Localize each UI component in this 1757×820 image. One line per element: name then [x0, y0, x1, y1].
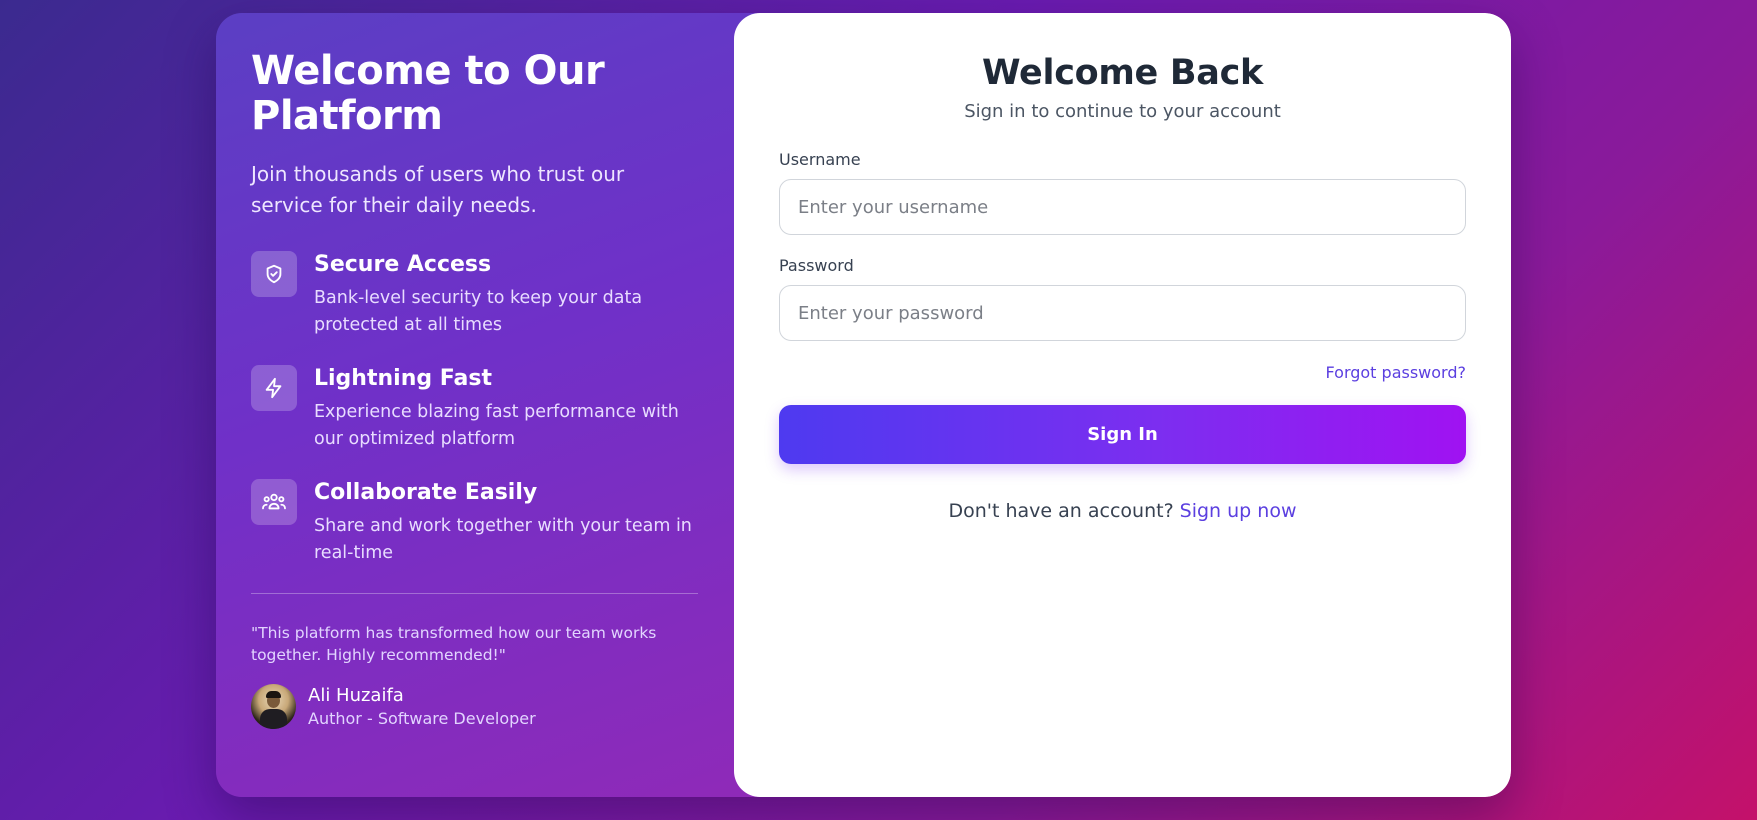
feature-description: Experience blazing fast performance with…	[314, 402, 679, 449]
feature-item: Lightning Fast Experience blazing fast p…	[251, 365, 721, 453]
feature-item: Secure Access Bank-level security to kee…	[251, 251, 721, 339]
lightning-icon	[251, 365, 297, 411]
divider	[251, 593, 698, 594]
username-input[interactable]	[779, 179, 1466, 235]
password-input[interactable]	[779, 285, 1466, 341]
testimonial-quote: "This platform has transformed how our t…	[251, 624, 657, 664]
feature-list: Secure Access Bank-level security to kee…	[251, 251, 721, 567]
feature-title: Lightning Fast	[314, 366, 492, 391]
feature-title: Secure Access	[314, 252, 492, 277]
sign-in-button[interactable]: Sign In	[779, 405, 1466, 464]
team-icon	[251, 479, 297, 525]
password-label: Password	[779, 256, 854, 275]
shield-check-icon	[251, 251, 297, 297]
signup-prompt: Don't have an account?	[948, 500, 1174, 522]
login-card: Welcome to Our Platform Join thousands o…	[216, 13, 1511, 797]
feature-title: Collaborate Easily	[314, 480, 538, 505]
hero-title: Welcome to Our Platform	[251, 48, 605, 139]
login-form-panel: Welcome Back Sign in to continue to your…	[734, 13, 1511, 797]
sign-up-link[interactable]: Sign up now	[1180, 500, 1297, 522]
username-label: Username	[779, 150, 861, 169]
forgot-password-link[interactable]: Forgot password?	[1326, 363, 1466, 382]
author-name: Ali Huzaifa	[308, 685, 404, 706]
feature-description: Share and work together with your team i…	[314, 516, 692, 563]
feature-item: Collaborate Easily Share and work togeth…	[251, 479, 721, 567]
testimonial-author: Ali Huzaifa Author - Software Developer	[251, 684, 721, 729]
author-role: Author - Software Developer	[308, 709, 536, 728]
feature-description: Bank-level security to keep your data pr…	[314, 288, 643, 335]
login-form: Welcome Back Sign in to continue to your…	[779, 13, 1466, 522]
form-subtitle: Sign in to continue to your account	[964, 101, 1281, 122]
welcome-panel: Welcome to Our Platform Join thousands o…	[216, 13, 756, 797]
signup-row: Don't have an account? Sign up now	[779, 500, 1466, 522]
form-title: Welcome Back	[982, 53, 1263, 93]
avatar	[251, 684, 296, 729]
hero-subtitle: Join thousands of users who trust our se…	[251, 162, 625, 217]
